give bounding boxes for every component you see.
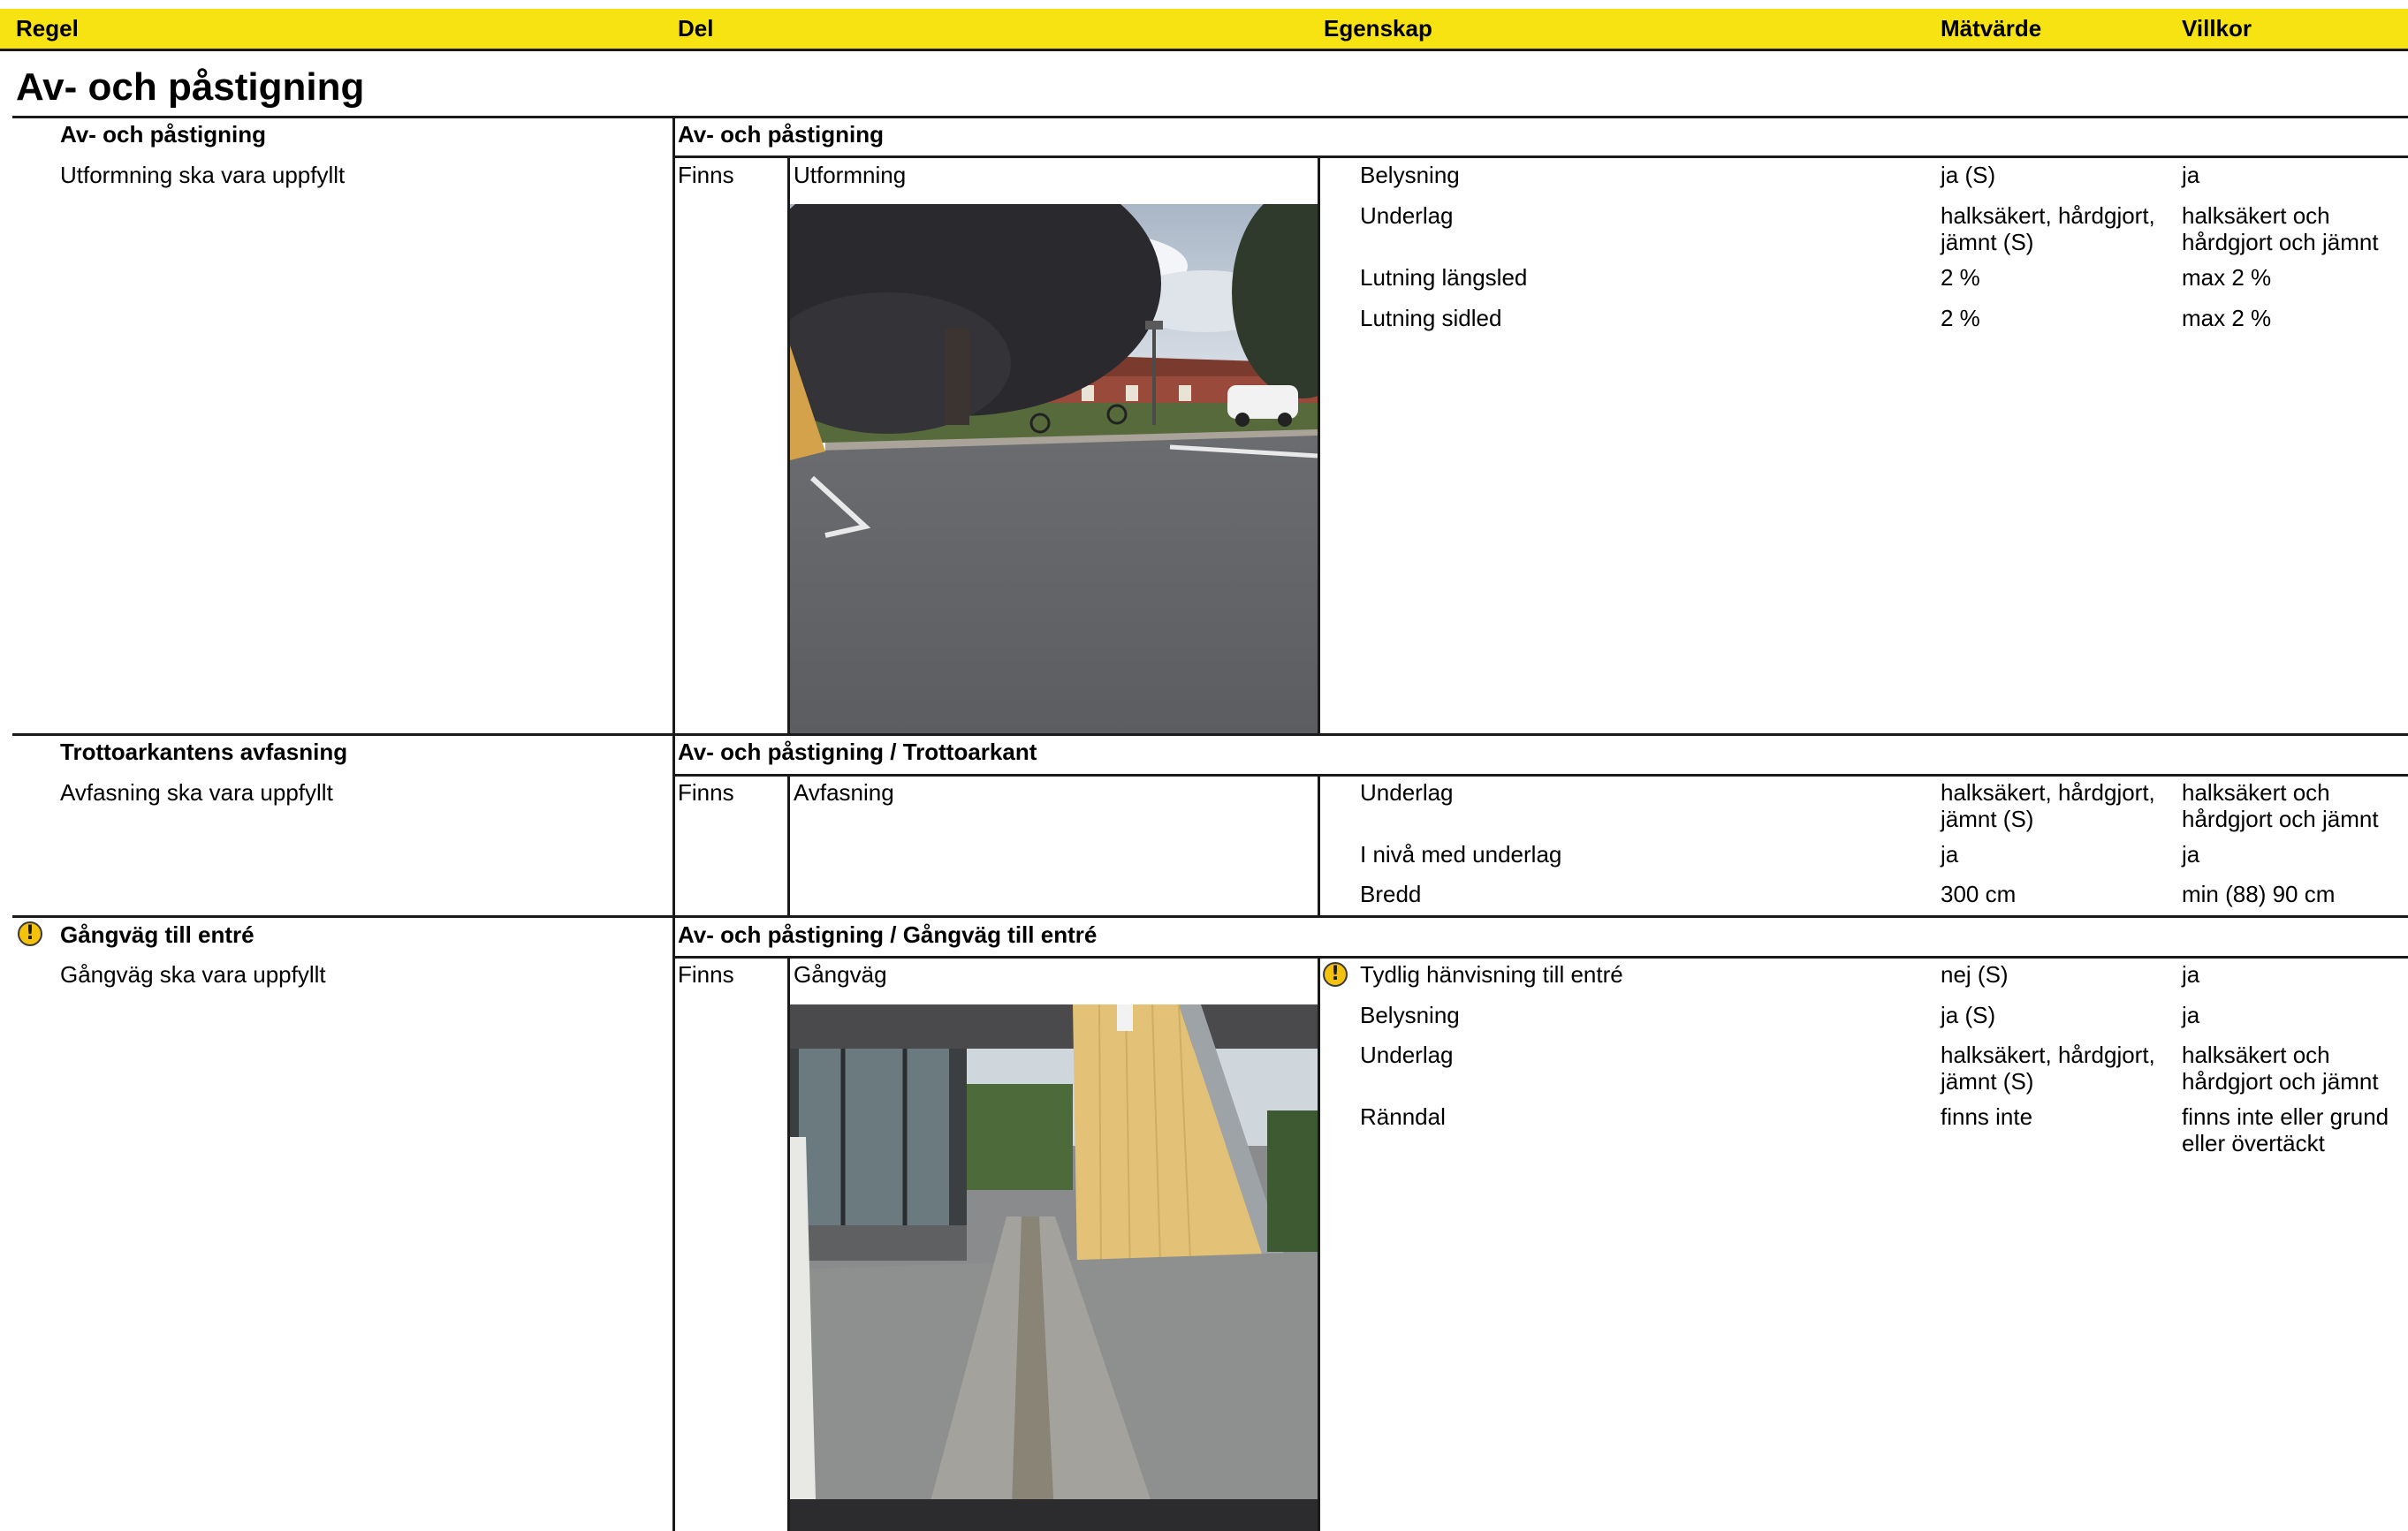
header-regel: Regel	[16, 15, 79, 42]
block2-divider-part	[1318, 774, 1320, 917]
header-matvarde: Mätvärde	[1941, 15, 2042, 42]
block3-prop-name-1: Belysning	[1360, 1002, 1460, 1028]
block1-part-name: Utformning	[794, 162, 907, 188]
block1-photo-parking-lot	[790, 204, 1318, 733]
block1-prop-cond-1: halksäkert och hårdgjort och jämnt	[2182, 202, 2379, 255]
block3-part-path: Av- och påstigning / Gångväg till entré	[678, 921, 1098, 948]
block2-prop-cond-2: min (88) 90 cm	[2182, 881, 2336, 907]
block1-exists: Finns	[678, 162, 734, 188]
block2-prop-cond-1: ja	[2182, 841, 2200, 868]
block2-prop-name-2: Bredd	[1360, 881, 1422, 907]
block3-prop-cond-1: ja	[2182, 1002, 2200, 1028]
block2-rule-text: Avfasning ska vara uppfyllt	[60, 779, 333, 806]
block3-prop-value-1: ja (S)	[1941, 1002, 1996, 1028]
block3-part-name: Gångväg	[794, 961, 887, 988]
block3-divider-part	[1318, 956, 1320, 1531]
block3-prop-cond-2: halksäkert och hårdgjort och jämnt	[2182, 1042, 2379, 1095]
block1-prop-value-2: 2 %	[1941, 264, 1980, 291]
block3-top-line	[12, 915, 2408, 918]
block3-prop-cond-0: ja	[2182, 961, 2200, 988]
block1-prop-value-3: 2 %	[1941, 305, 1980, 331]
block2-top-line	[12, 733, 2408, 736]
block2-sub-line	[673, 774, 2408, 777]
block1-prop-value-1: halksäkert, hårdgjort, jämnt (S)	[1941, 202, 2155, 255]
block1-part-path: Av- och påstigning	[678, 121, 885, 148]
block1-divider-part	[1318, 155, 1320, 735]
block2-exists: Finns	[678, 779, 734, 806]
block3-photo-walkway	[790, 1004, 1318, 1531]
block1-divider-exists	[787, 155, 790, 735]
exclamation-warning-icon: !	[18, 921, 42, 946]
block1-prop-name-0: Belysning	[1360, 162, 1460, 188]
block1-top-line	[12, 116, 2408, 118]
block2-prop-value-2: 300 cm	[1941, 881, 2017, 907]
block3-exists: Finns	[678, 961, 734, 988]
block1-rule-text: Utformning ska vara uppfyllt	[60, 162, 346, 188]
block2-prop-cond-0: halksäkert och hårdgjort och jämnt	[2182, 779, 2379, 832]
block2-prop-value-0: halksäkert, hårdgjort, jämnt (S)	[1941, 779, 2155, 832]
block2-prop-value-1: ja	[1941, 841, 1959, 868]
block3-prop-value-2: halksäkert, hårdgjort, jämnt (S)	[1941, 1042, 2155, 1095]
block3-prop-name-3: Ränndal	[1360, 1103, 1446, 1130]
block2-divider-exists	[787, 774, 790, 917]
block3-prop-name-2: Underlag	[1360, 1042, 1454, 1068]
exclamation-warning-icon: !	[1323, 962, 1348, 987]
block2-prop-name-0: Underlag	[1360, 779, 1454, 806]
section-title: Av- och påstigning	[16, 65, 365, 109]
block1-prop-cond-3: max 2 %	[2182, 305, 2272, 331]
block1-sub-line	[673, 155, 2408, 158]
block1-prop-name-2: Lutning längsled	[1360, 264, 1528, 291]
block3-prop-value-3: finns inte	[1941, 1103, 2033, 1130]
header-egenskap: Egenskap	[1324, 15, 1432, 42]
block3-divider-exists	[787, 956, 790, 1531]
block3-prop-value-0: nej (S)	[1941, 961, 2009, 988]
header-villkor: Villkor	[2182, 15, 2252, 42]
block1-prop-name-1: Underlag	[1360, 202, 1454, 229]
block2-part-name: Avfasning	[794, 779, 894, 806]
column-header-bar: Regel Del Egenskap Mätvärde Villkor	[0, 9, 2408, 51]
column-divider-regel-del	[672, 116, 675, 1531]
header-del: Del	[678, 15, 714, 42]
block1-rule-title: Av- och påstigning	[60, 121, 267, 148]
block1-prop-cond-0: ja	[2182, 162, 2200, 188]
block3-sub-line	[673, 956, 2408, 959]
block1-prop-name-3: Lutning sidled	[1360, 305, 1502, 331]
block3-prop-name-0: Tydlig hänvisning till entré	[1360, 961, 1623, 988]
block1-prop-cond-2: max 2 %	[2182, 264, 2272, 291]
block2-rule-title: Trottoarkantens avfasning	[60, 739, 348, 765]
block2-prop-name-1: I nivå med underlag	[1360, 841, 1562, 868]
block3-rule-text: Gångväg ska vara uppfyllt	[60, 961, 326, 988]
block1-prop-value-0: ja (S)	[1941, 162, 1996, 188]
block2-part-path: Av- och påstigning / Trottoarkant	[678, 739, 1037, 765]
block3-prop-cond-3: finns inte eller grund eller övertäckt	[2182, 1103, 2389, 1156]
block3-rule-title: Gångväg till entré	[60, 921, 254, 948]
